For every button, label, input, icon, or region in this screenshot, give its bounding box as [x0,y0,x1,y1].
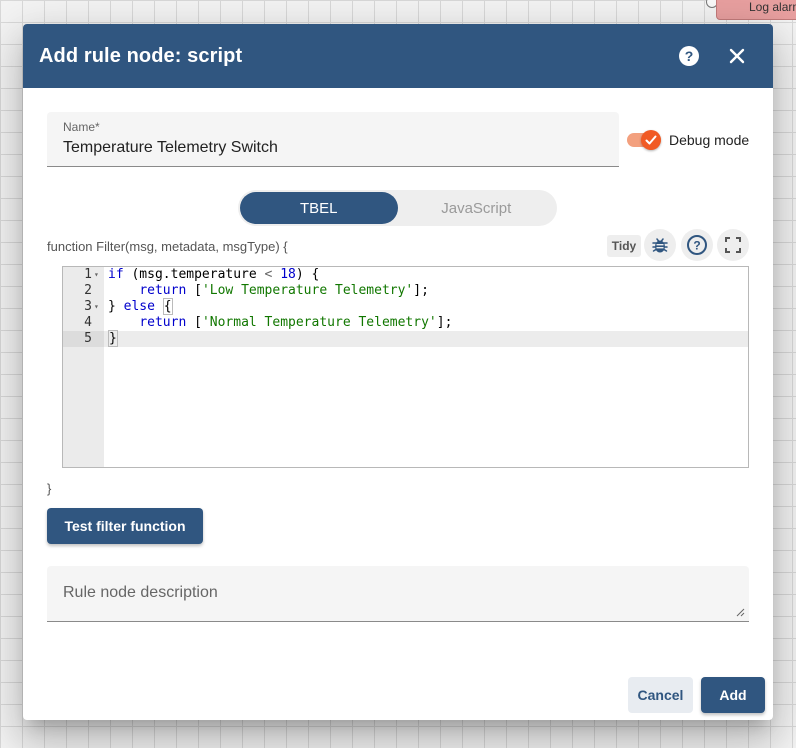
close-button[interactable] [717,36,757,76]
fold-arrow-icon[interactable]: ▾ [94,299,99,315]
line-number: 4 [84,315,92,330]
fold-arrow-icon[interactable]: ▾ [94,267,99,283]
toggle-thumb[interactable] [641,130,661,150]
add-button[interactable]: Add [701,677,765,713]
check-icon [645,135,657,145]
help-circle-icon: ? [687,235,707,255]
line-number: 3 [84,299,92,314]
background-rule-node[interactable]: Log alarm [716,0,796,20]
fullscreen-icon [725,237,741,253]
debug-mode-toggle[interactable]: Debug mode [627,130,750,150]
debug-script-button[interactable] [644,229,676,261]
code-text: if (msg.temperature < 18) { [108,267,320,282]
rule-node-description-field[interactable]: Rule node description [47,566,749,622]
svg-text:?: ? [693,239,700,253]
close-icon [729,48,745,64]
dialog-header: Add rule node: script ? [23,24,773,88]
code-line[interactable]: 2 return ['Low Temperature Telemetry']; [63,283,748,299]
line-number: 1 [84,267,92,282]
code-line[interactable]: 4 return ['Normal Temperature Telemetry'… [63,315,748,331]
test-filter-function-button[interactable]: Test filter function [47,508,203,544]
resize-handle-icon[interactable] [735,607,745,617]
tidy-button[interactable]: Tidy [607,235,641,257]
toggle-track[interactable] [627,130,661,150]
fullscreen-button[interactable] [717,229,749,261]
help-button[interactable]: ? [669,36,709,76]
code-line[interactable]: 1 ▾ if (msg.temperature < 18) { [63,267,748,283]
dialog-title: Add rule node: script [39,44,243,67]
name-label: Name* [63,120,100,134]
cancel-button[interactable]: Cancel [628,677,693,713]
description-placeholder: Rule node description [63,584,218,601]
code-line-active[interactable]: 5 } [63,330,748,347]
add-rule-node-dialog: Add rule node: script ? Name* Temperatur… [23,24,773,720]
code-editor[interactable]: 1 ▾ if (msg.temperature < 18) { 2 return… [62,266,749,468]
function-signature: function Filter(msg, metadata, msgType) … [47,239,288,254]
line-number: 5 [63,331,104,347]
name-input[interactable]: Temperature Telemetry Switch [63,139,603,157]
background-node-label: Log alarm [749,0,796,14]
bug-icon [652,238,668,253]
svg-text:?: ? [685,48,694,64]
line-number: 2 [84,283,92,298]
name-field[interactable]: Name* Temperature Telemetry Switch [47,112,619,167]
script-language-toggle: TBEL JavaScript [238,190,557,226]
code-text: return ['Normal Temperature Telemetry']; [139,315,453,330]
code-text: return ['Low Temperature Telemetry']; [139,283,429,298]
code-text: } else { [108,298,173,315]
help-circle-icon: ? [679,46,699,66]
function-closing-brace: } [47,481,52,496]
script-help-button[interactable]: ? [681,229,713,261]
code-text: } [108,330,118,347]
language-option-javascript[interactable]: JavaScript [398,192,556,224]
debug-mode-label: Debug mode [669,132,750,148]
code-line[interactable]: 3 ▾ } else { [63,298,748,315]
language-option-tbel[interactable]: TBEL [240,192,398,224]
